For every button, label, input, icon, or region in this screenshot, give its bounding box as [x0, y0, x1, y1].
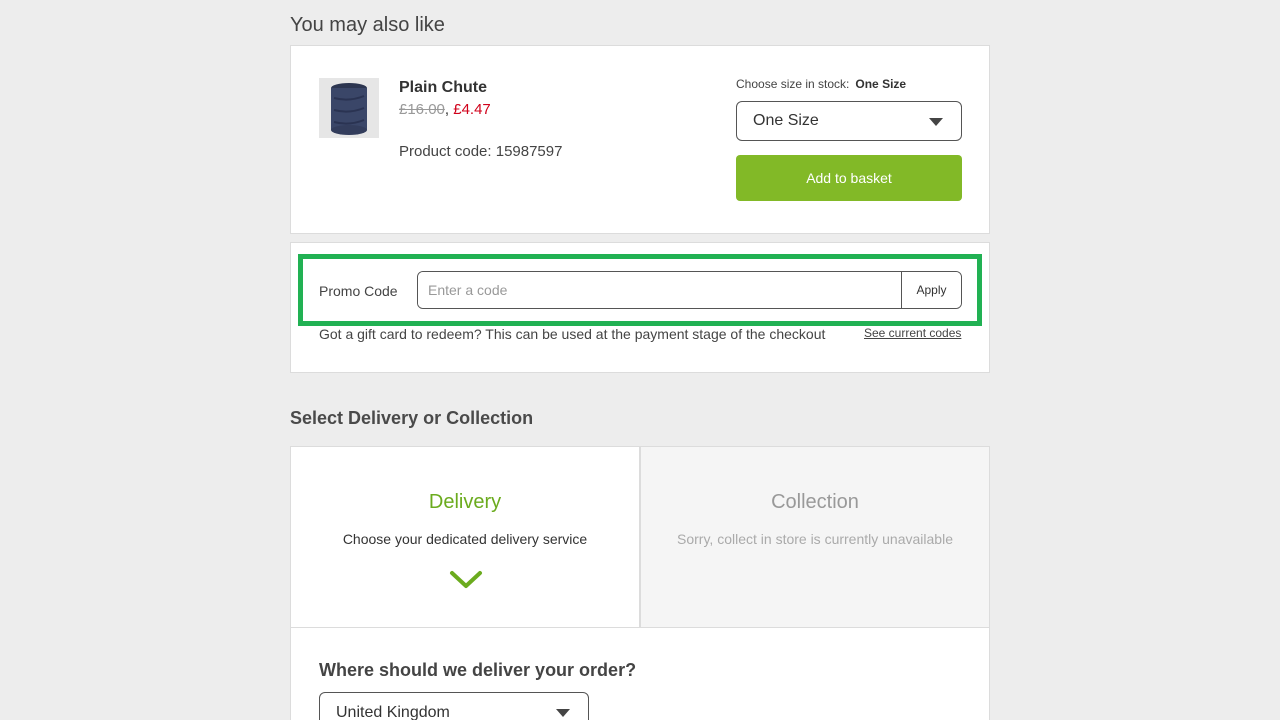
price-separator: ,	[444, 101, 450, 118]
size-in-stock: One Size	[855, 77, 907, 91]
delivery-option-description: Choose your dedicated delivery service	[342, 531, 588, 547]
size-select[interactable]: One Size	[736, 101, 962, 141]
caret-down-icon	[556, 709, 570, 717]
country-select-value: United Kingdom	[336, 704, 450, 720]
product-code: Product code: 15987597	[399, 143, 563, 160]
collection-option-title: Collection	[771, 491, 859, 513]
recommendations-heading: You may also like	[290, 14, 445, 36]
size-label: Choose size in stock: One Size	[736, 77, 906, 91]
delivery-heading: Select Delivery or Collection	[290, 408, 534, 428]
delivery-option[interactable]: Delivery Choose your dedicated delivery …	[290, 446, 640, 628]
neck-gaiter-image	[331, 83, 367, 135]
add-to-basket-button[interactable]: Add to basket	[736, 155, 962, 201]
product-name[interactable]: Plain Chute	[399, 79, 487, 97]
promo-code-field: Apply	[417, 271, 962, 309]
caret-down-icon	[929, 118, 943, 126]
old-price: £16.00	[399, 101, 445, 118]
gift-card-text: Got a gift card to redeem? This can be u…	[319, 326, 826, 342]
chevron-down-icon	[450, 571, 482, 588]
delivery-option-title: Delivery	[428, 491, 502, 513]
see-current-codes-link[interactable]: See current codes	[864, 326, 961, 340]
collection-option-description: Sorry, collect in store is currently una…	[677, 531, 953, 547]
sale-price: £4.47	[453, 101, 491, 118]
deliver-heading: Where should we deliver your order?	[319, 660, 637, 680]
product-card: Plain Chute £16.00, £4.47 Product code: …	[290, 45, 990, 234]
collection-option[interactable]: Collection Sorry, collect in store is cu…	[640, 446, 990, 628]
product-price: £16.00, £4.47	[399, 101, 491, 118]
product-image[interactable]	[319, 78, 379, 138]
promo-code-input[interactable]	[418, 272, 901, 308]
apply-button[interactable]: Apply	[901, 272, 961, 308]
size-label-text: Choose size in stock:	[736, 77, 850, 91]
size-select-value: One Size	[753, 112, 819, 129]
country-select[interactable]: United Kingdom	[319, 692, 589, 720]
promo-code-label: Promo Code	[319, 283, 398, 299]
